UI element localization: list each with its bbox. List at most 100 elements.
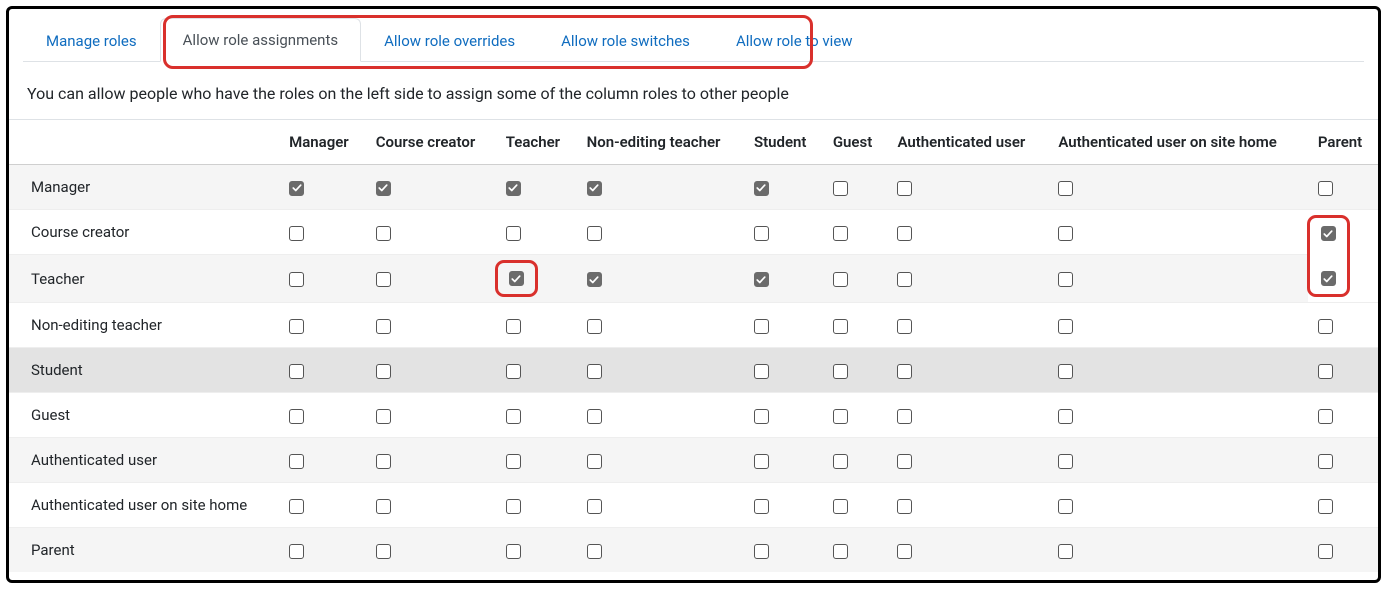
checkbox[interactable] [754, 409, 769, 424]
checkbox[interactable] [289, 181, 304, 196]
checkbox[interactable] [833, 499, 848, 514]
checkbox[interactable] [1058, 226, 1073, 241]
checkbox[interactable] [1318, 409, 1333, 424]
checkbox[interactable] [506, 226, 521, 241]
checkbox[interactable] [587, 499, 602, 514]
checkbox[interactable] [506, 544, 521, 559]
checkbox[interactable] [754, 226, 769, 241]
checkbox[interactable] [587, 181, 602, 196]
checkbox[interactable] [897, 409, 912, 424]
checkbox[interactable] [754, 272, 769, 287]
checkbox[interactable] [506, 364, 521, 379]
checkbox[interactable] [1058, 181, 1073, 196]
checkbox[interactable] [1058, 454, 1073, 469]
checkbox[interactable] [833, 272, 848, 287]
checkbox[interactable] [1318, 544, 1333, 559]
checkbox[interactable] [587, 272, 602, 287]
checkbox[interactable] [289, 499, 304, 514]
checkbox[interactable] [506, 454, 521, 469]
matrix-cell [1048, 483, 1308, 528]
checkbox[interactable] [376, 544, 391, 559]
checkbox[interactable] [833, 364, 848, 379]
checkbox[interactable] [587, 409, 602, 424]
checkbox[interactable] [289, 409, 304, 424]
checkbox[interactable] [289, 544, 304, 559]
checkbox[interactable] [754, 181, 769, 196]
column-header: Guest [823, 120, 888, 165]
checkbox[interactable] [1321, 271, 1336, 286]
checkbox[interactable] [289, 226, 304, 241]
matrix-cell [823, 438, 888, 483]
checkbox[interactable] [897, 499, 912, 514]
checkbox[interactable] [376, 409, 391, 424]
checkbox[interactable] [587, 364, 602, 379]
checkbox[interactable] [897, 319, 912, 334]
checkbox[interactable] [509, 271, 524, 286]
checkbox[interactable] [1058, 409, 1073, 424]
checkbox[interactable] [1318, 181, 1333, 196]
checkbox[interactable] [1058, 272, 1073, 287]
row-label: Parent [9, 528, 279, 573]
checkbox[interactable] [754, 544, 769, 559]
checkbox[interactable] [289, 364, 304, 379]
tab-allow-assignments[interactable]: Allow role assignments [160, 18, 361, 62]
checkbox[interactable] [833, 226, 848, 241]
checkbox[interactable] [506, 181, 521, 196]
checkbox[interactable] [754, 499, 769, 514]
tab-allow-switches[interactable]: Allow role switches [538, 19, 713, 62]
checkbox[interactable] [833, 409, 848, 424]
checkbox[interactable] [897, 364, 912, 379]
checkbox[interactable] [289, 319, 304, 334]
tab-allow-view[interactable]: Allow role to view [713, 19, 876, 62]
checkbox[interactable] [587, 226, 602, 241]
checkbox[interactable] [833, 319, 848, 334]
checkbox[interactable] [289, 454, 304, 469]
column-header: Teacher [496, 120, 577, 165]
checkbox[interactable] [897, 272, 912, 287]
checkbox[interactable] [833, 181, 848, 196]
matrix-cell [1048, 438, 1308, 483]
checkbox[interactable] [376, 226, 391, 241]
checkbox[interactable] [376, 454, 391, 469]
tabs-container: Manage rolesAllow role assignmentsAllow … [9, 9, 1378, 62]
checkbox[interactable] [506, 319, 521, 334]
checkbox[interactable] [1058, 544, 1073, 559]
checkbox[interactable] [897, 454, 912, 469]
matrix-cell [577, 438, 744, 483]
checkbox[interactable] [1058, 364, 1073, 379]
checkbox[interactable] [1318, 319, 1333, 334]
checkbox[interactable] [833, 454, 848, 469]
checkbox[interactable] [897, 226, 912, 241]
checkbox[interactable] [1318, 364, 1333, 379]
checkbox[interactable] [754, 454, 769, 469]
checkbox[interactable] [1318, 499, 1333, 514]
checkbox[interactable] [587, 319, 602, 334]
checkbox[interactable] [754, 319, 769, 334]
matrix-cell [1048, 255, 1308, 303]
checkbox[interactable] [376, 319, 391, 334]
checkbox[interactable] [587, 454, 602, 469]
matrix-cell [366, 528, 496, 573]
checkbox[interactable] [754, 364, 769, 379]
checkbox[interactable] [587, 544, 602, 559]
checkbox[interactable] [833, 544, 848, 559]
checkbox[interactable] [376, 272, 391, 287]
checkbox[interactable] [506, 409, 521, 424]
checkbox[interactable] [376, 181, 391, 196]
matrix-cell [496, 528, 577, 573]
checkbox[interactable] [1058, 319, 1073, 334]
matrix-cell [823, 165, 888, 210]
matrix-cell [366, 393, 496, 438]
checkbox[interactable] [289, 272, 304, 287]
checkbox[interactable] [1321, 226, 1336, 241]
checkbox[interactable] [376, 499, 391, 514]
checkbox[interactable] [1058, 499, 1073, 514]
tab-allow-overrides[interactable]: Allow role overrides [361, 19, 538, 62]
checkbox[interactable] [506, 499, 521, 514]
checkbox[interactable] [897, 181, 912, 196]
checkbox[interactable] [376, 364, 391, 379]
checkbox[interactable] [1318, 454, 1333, 469]
tabs: Manage rolesAllow role assignmentsAllow … [23, 17, 1364, 62]
checkbox[interactable] [897, 544, 912, 559]
tab-manage-roles[interactable]: Manage roles [23, 19, 160, 62]
